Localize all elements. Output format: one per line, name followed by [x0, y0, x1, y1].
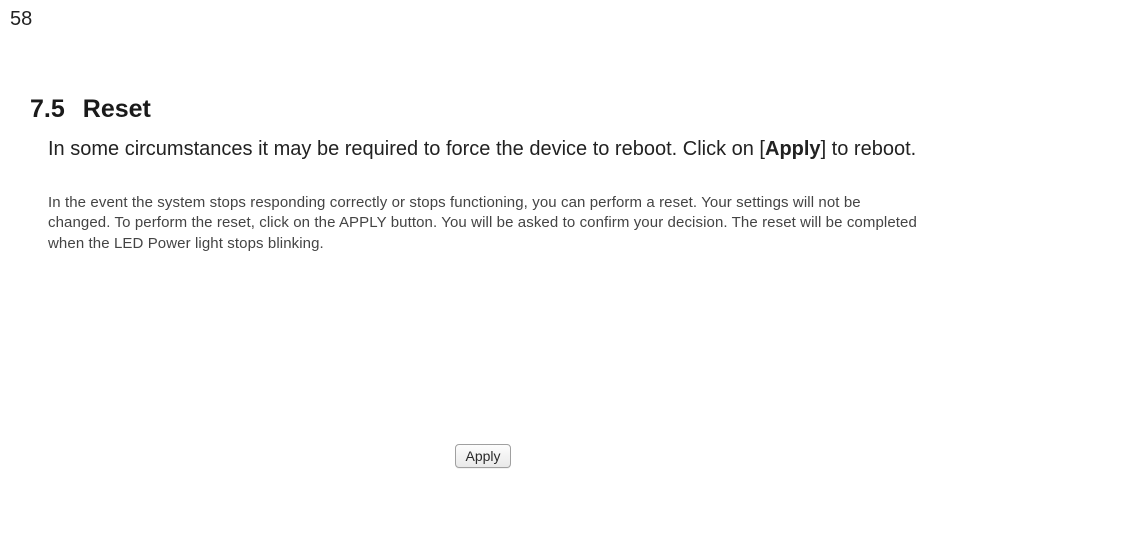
- body-prefix: In some circumstances it may be required…: [48, 138, 765, 160]
- apply-button-wrap: Apply: [48, 444, 918, 468]
- apply-button[interactable]: Apply: [455, 444, 510, 468]
- section-heading: 7.5 Reset: [30, 95, 1091, 124]
- section-title: Reset: [83, 95, 151, 123]
- body-paragraph: In some circumstances it may be required…: [48, 136, 1091, 163]
- panel-description: In the event the system stops responding…: [48, 193, 918, 254]
- section-container: 7.5 Reset In some circumstances it may be…: [30, 95, 1091, 468]
- body-suffix: ] to reboot.: [821, 138, 917, 160]
- reset-panel: In the event the system stops responding…: [48, 193, 918, 468]
- body-bold: Apply: [765, 138, 821, 160]
- section-number: 7.5: [30, 95, 65, 124]
- page-number: 58: [10, 8, 32, 31]
